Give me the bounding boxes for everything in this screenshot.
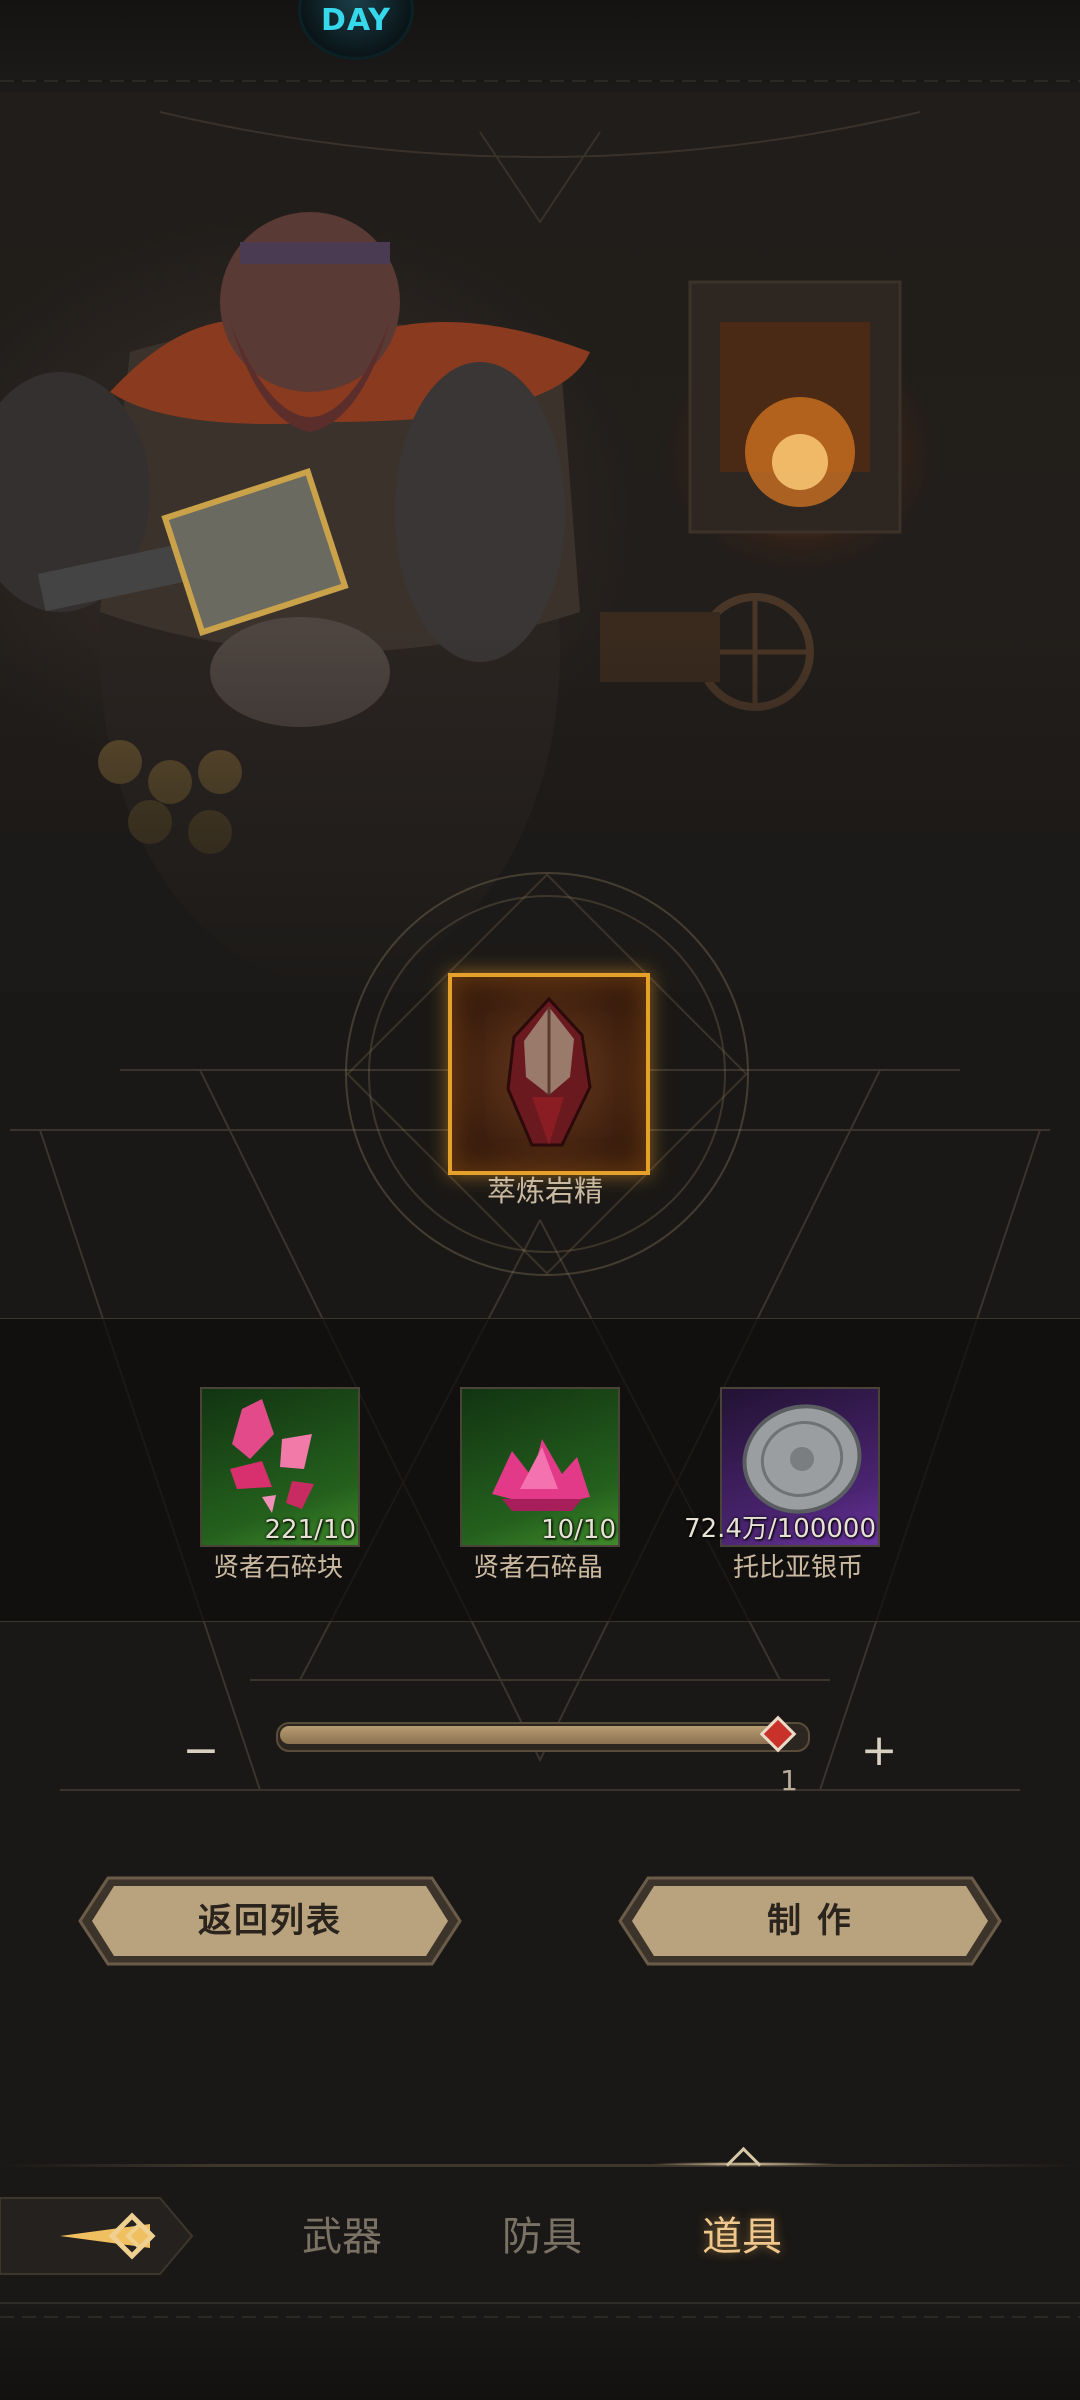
crafted-item-name: 萃炼岩精 [486, 1174, 603, 1208]
blacksmith-artwork [0, 92, 1080, 992]
back-to-list-button[interactable]: 返回列表 [78, 1876, 462, 1966]
quantity-slider[interactable] [276, 1715, 810, 1753]
increase-quantity-button[interactable]: + [836, 1708, 922, 1794]
bottom-bar [0, 2302, 1080, 2400]
material-name: 托比亚银币 [732, 1553, 863, 1583]
blacksmith-illustration [0, 92, 1080, 992]
material-count: 72.4万/100000 [684, 1514, 876, 1544]
refined-rock-essence-icon [506, 996, 592, 1147]
top-bar: DAY [0, 0, 1080, 94]
tab-items[interactable]: 道具 [662, 2202, 822, 2272]
event-badge[interactable]: DAY [298, 0, 414, 60]
tab-weapons[interactable]: 武器 [262, 2202, 422, 2272]
chevron-up-icon [725, 2146, 762, 2183]
material-count: 221/10 [264, 1515, 356, 1545]
crafted-item-slot[interactable] [448, 973, 650, 1175]
material-name: 贤者石碎晶 [472, 1553, 603, 1583]
material-name: 贤者石碎块 [212, 1553, 343, 1583]
craft-button[interactable]: 制 作 [618, 1876, 1002, 1966]
material-slot-1[interactable]: 221/10 [200, 1387, 360, 1547]
nav-back-button[interactable] [0, 2188, 196, 2284]
nav-divider [0, 2164, 1080, 2167]
quantity-value: 1 [780, 1764, 798, 1797]
tab-armor[interactable]: 防具 [462, 2202, 622, 2272]
decrease-quantity-button[interactable]: − [158, 1708, 244, 1794]
quantity-slider-fill [280, 1726, 778, 1744]
back-to-list-label: 返回列表 [198, 1901, 342, 1941]
craft-label: 制 作 [767, 1901, 853, 1941]
crafting-screen: DAY 萃炼岩精 221/10 贤者石碎块 10/10 贤者石碎晶 72.4万/… [0, 0, 1080, 2400]
material-slot-3[interactable]: 72.4万/100000 [684, 1387, 880, 1547]
material-count: 10/10 [541, 1515, 616, 1545]
material-slot-2[interactable]: 10/10 [460, 1387, 620, 1547]
materials-panel: 221/10 贤者石碎块 10/10 贤者石碎晶 72.4万/100000 托比… [0, 1318, 1080, 1622]
quantity-slider-thumb[interactable] [759, 1715, 797, 1753]
back-arrow-icon [0, 2197, 194, 2275]
event-badge-label: DAY [321, 3, 391, 38]
